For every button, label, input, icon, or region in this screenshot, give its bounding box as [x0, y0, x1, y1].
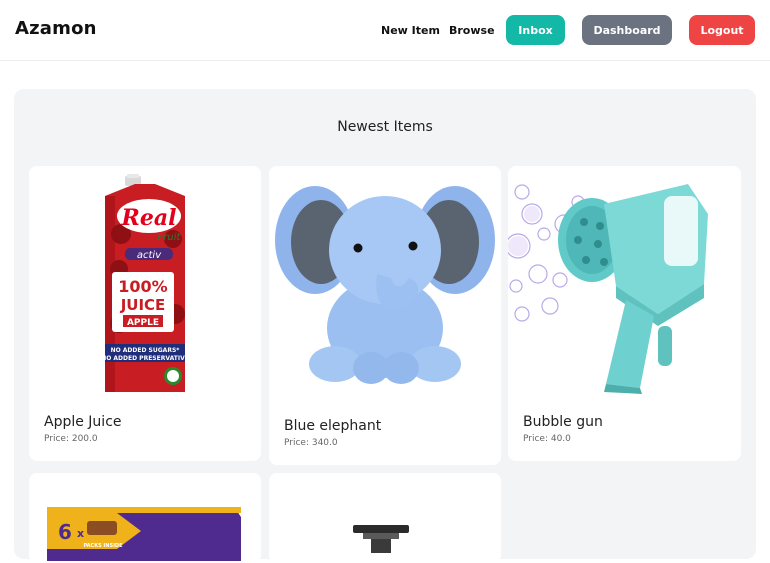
item-price: Price: 340.0 — [284, 438, 338, 448]
item-card-snack-box[interactable]: 6 x PACKS INSIDE — [29, 473, 261, 563]
item-price: Price: 40.0 — [523, 434, 571, 444]
nav-browse-link[interactable]: Browse — [449, 24, 495, 37]
juice-note2-text: NO ADDED PRESERVATIVE — [101, 355, 189, 362]
juice-brand-text: Real — [121, 205, 177, 231]
juice-flavor-text: APPLE — [127, 318, 159, 328]
item-price: Price: 200.0 — [44, 434, 98, 444]
item-card-bubble-gun[interactable]: Bubble gun Price: 40.0 — [508, 166, 741, 461]
juice-note1-text: NO ADDED SUGARS* — [111, 347, 181, 354]
item-name[interactable]: Apple Juice — [44, 414, 122, 430]
juice-carton-image: Real Fruit activ 100% JUICE APPLE NO ADD… — [101, 174, 189, 392]
juice-line1-text: 100% — [118, 277, 167, 296]
juice-line2-text: JUICE — [120, 296, 166, 314]
item-card-blue-elephant[interactable]: Blue elephant Price: 340.0 — [269, 166, 501, 465]
item-card-apple-juice[interactable]: Real Fruit activ 100% JUICE APPLE NO ADD… — [29, 166, 261, 461]
section-title: Newest Items — [337, 119, 433, 135]
top-navbar: Azamon New Item Browse Inbox Dashboard L… — [0, 0, 770, 61]
snack-packs-text: PACKS INSIDE — [83, 543, 123, 549]
snack-x-text: x — [77, 527, 84, 540]
snack-box-image: 6 x PACKS INSIDE — [47, 507, 241, 561]
plush-elephant-image — [275, 186, 495, 384]
pump-bottle-image — [353, 525, 409, 553]
item-card-pump-bottle[interactable] — [269, 473, 501, 563]
dashboard-button[interactable]: Dashboard — [582, 15, 672, 45]
juice-activ-text: activ — [137, 250, 162, 261]
nav-new-item-link[interactable]: New Item — [381, 24, 440, 37]
snack-count-text: 6 — [58, 520, 72, 544]
inbox-button[interactable]: Inbox — [506, 15, 565, 45]
item-name[interactable]: Blue elephant — [284, 418, 381, 434]
logout-button[interactable]: Logout — [689, 15, 755, 45]
item-name[interactable]: Bubble gun — [523, 414, 603, 430]
brand-logo[interactable]: Azamon — [15, 18, 97, 39]
bubble-gun-image — [508, 184, 708, 394]
juice-sub-text: Fruit — [158, 232, 182, 243]
